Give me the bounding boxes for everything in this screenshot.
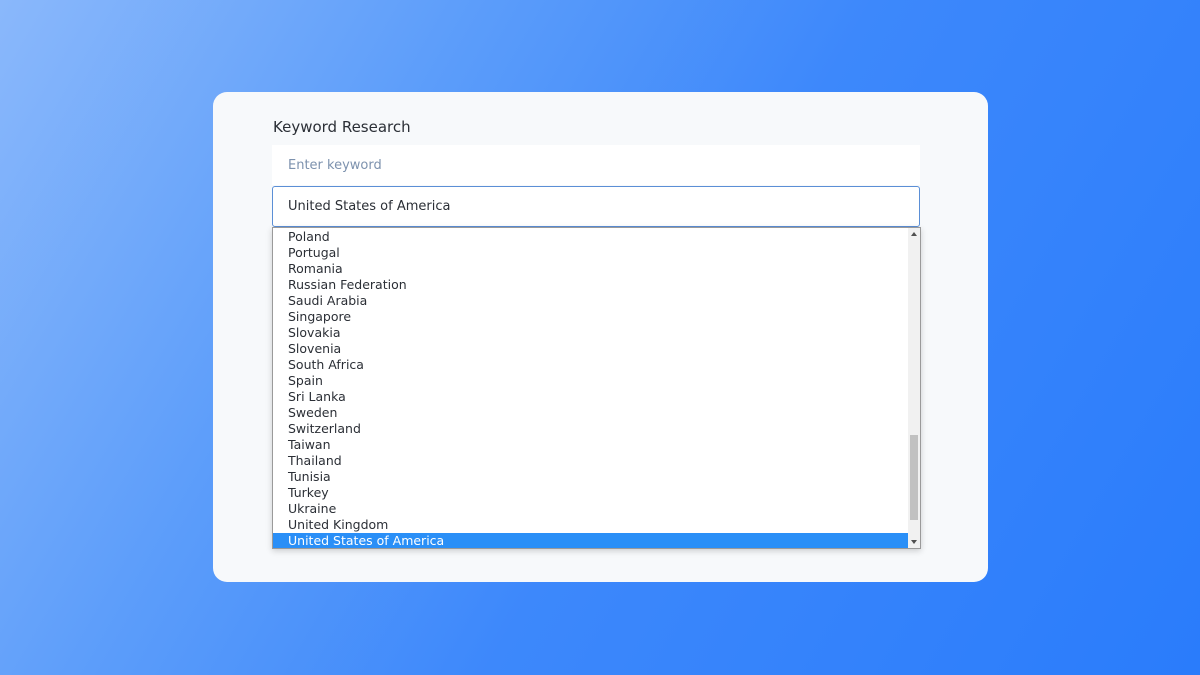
page-title: Keyword Research [273,118,411,136]
country-option[interactable]: Thailand [273,453,909,469]
scrollbar-thumb[interactable] [910,435,918,520]
keyword-input[interactable] [272,145,920,185]
country-option[interactable]: Slovenia [273,341,909,357]
country-options: Poland Portugal Romania Russian Federati… [273,228,909,548]
country-option[interactable]: Portugal [273,245,909,261]
country-option[interactable]: Singapore [273,309,909,325]
scroll-down-button[interactable] [908,536,920,548]
country-option[interactable]: Sweden [273,405,909,421]
scroll-up-button[interactable] [908,228,920,240]
country-option[interactable]: Switzerland [273,421,909,437]
country-option[interactable]: Spain [273,373,909,389]
country-option[interactable]: Romania [273,261,909,277]
country-option[interactable]: United Kingdom [273,517,909,533]
country-option[interactable]: Slovakia [273,325,909,341]
country-option[interactable]: South Africa [273,357,909,373]
country-option[interactable]: Saudi Arabia [273,293,909,309]
country-option[interactable]: United States of America [273,533,909,548]
country-dropdown-list: Poland Portugal Romania Russian Federati… [272,227,921,549]
country-option[interactable]: Tunisia [273,469,909,485]
country-option[interactable]: Russian Federation [273,277,909,293]
triangle-up-icon [911,232,917,236]
country-option[interactable]: Sri Lanka [273,389,909,405]
country-option[interactable]: Poland [273,229,909,245]
country-option[interactable]: Turkey [273,485,909,501]
country-option[interactable]: Ukraine [273,501,909,517]
country-option[interactable]: Taiwan [273,437,909,453]
country-select[interactable]: United States of America [272,186,920,227]
triangle-down-icon [911,540,917,544]
dropdown-scrollbar[interactable] [908,228,920,548]
